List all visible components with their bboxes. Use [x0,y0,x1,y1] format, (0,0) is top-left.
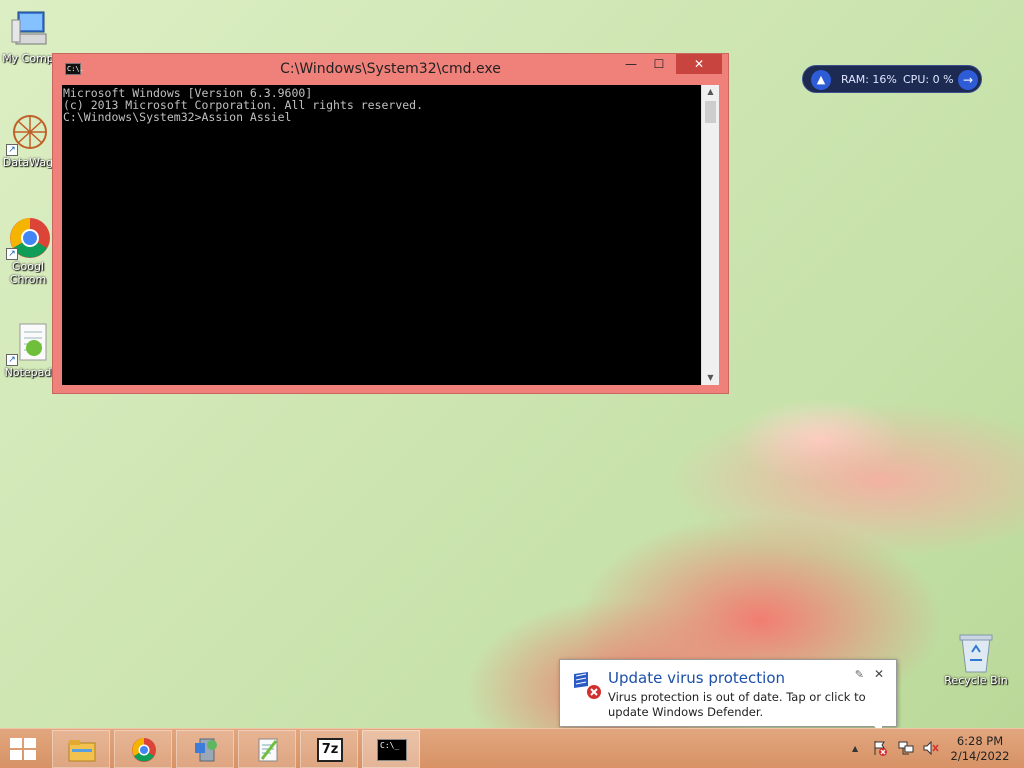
taskbar-7zip[interactable]: 7z [300,730,358,768]
volume-muted-icon[interactable] [922,740,940,759]
start-button[interactable] [10,738,38,762]
desktop-icon-my-computer[interactable]: My Comp [0,8,56,65]
shortcut-arrow-icon: ↗ [6,248,18,260]
notification-message[interactable]: Virus protection is out of date. Tap or … [608,690,893,720]
7zip-icon: 7z [317,738,343,762]
arrow-right-icon[interactable]: → [958,70,978,90]
notification-title[interactable]: Update virus protection [608,669,785,687]
desktop-icon-label: Recycle Bin [944,674,1008,687]
windows-logo-icon [24,738,36,748]
network-icon[interactable] [897,740,915,759]
vertical-scrollbar[interactable]: ▲ ▼ [701,85,719,385]
windows-logo-icon [10,738,22,748]
clock[interactable]: 6:28 PM 2/14/2022 [950,734,1010,764]
taskbar: 7z C:\_ ▲ 6:28 PM 2/14/2022 [0,728,1024,768]
desktop-icon-google-chrome[interactable]: ↗ Googl Chrom [0,216,56,286]
desktop-icon-label-line2: Chrom [9,273,47,286]
ram-usage: RAM: 16% [841,73,897,86]
taskbar-installer[interactable] [176,730,234,768]
scroll-thumb[interactable] [705,101,716,123]
cmd-titlebar[interactable]: C:\. C:\Windows\System32\cmd.exe — ☐ ✕ [53,54,728,85]
shortcut-arrow-icon: ↗ [6,144,18,156]
close-button[interactable]: ✕ [676,54,722,74]
taskbar-cmd[interactable]: C:\_ [362,730,420,768]
chrome-icon: ↗ [6,216,50,260]
datawagon-icon: ↗ [6,112,50,156]
notepad-icon: ↗ [6,322,50,366]
chrome-icon [130,737,158,763]
maximize-button[interactable]: ☐ [646,54,672,74]
action-center-flag-icon[interactable] [872,740,888,759]
windows-logo-icon [24,750,36,760]
notification-toast[interactable]: Update virus protection Virus protection… [559,659,897,735]
show-hidden-icons-button[interactable]: ▲ [852,744,858,753]
system-monitor-gadget[interactable]: ▲ RAM: 16% CPU: 0 % → [802,65,982,93]
installer-icon [192,737,220,763]
cpu-usage: CPU: 0 % [903,73,954,86]
taskbar-notepad-plus[interactable] [238,730,296,768]
cmd-window[interactable]: C:\. C:\Windows\System32\cmd.exe — ☐ ✕ M… [52,53,729,394]
desktop-icon-recycle-bin[interactable]: Recycle Bin [940,632,1012,687]
taskbar-chrome[interactable] [114,730,172,768]
windows-logo-icon [10,750,22,760]
taskbar-file-explorer[interactable] [52,730,110,768]
file-explorer-icon [68,737,96,763]
windows-defender-flag-icon [572,670,602,700]
computer-icon [6,8,50,52]
minimize-button[interactable]: — [618,54,644,74]
desktop-icon-label: My Comp [2,52,54,65]
clock-time: 6:28 PM [956,734,1004,748]
console-prompt-line: C:\Windows\System32>Assion Assiel [63,110,292,124]
shortcut-arrow-icon: ↗ [6,354,18,366]
desktop-icon-label: Googl [11,260,45,273]
cmd-icon: C:\_ [377,739,407,761]
notepad-plus-icon [254,737,282,763]
console-output[interactable]: Microsoft Windows [Version 6.3.9600] (c) … [62,85,701,385]
scroll-down-arrow-icon[interactable]: ▼ [702,371,719,385]
pin-icon[interactable]: ✎ [855,668,864,681]
desktop-icon-label: Notepad [4,366,52,379]
clock-date: 2/14/2022 [950,749,1010,763]
recycle-bin-icon [958,632,994,674]
close-notification-button[interactable]: ✕ [874,667,884,681]
desktop-icon-datawagon[interactable]: ↗ DataWag [0,112,56,169]
desktop-icon-notepad[interactable]: ↗ Notepad [0,322,56,379]
desktop-icon-label: DataWag [2,156,54,169]
rocket-icon[interactable]: ▲ [811,70,831,90]
scroll-up-arrow-icon[interactable]: ▲ [702,85,719,99]
